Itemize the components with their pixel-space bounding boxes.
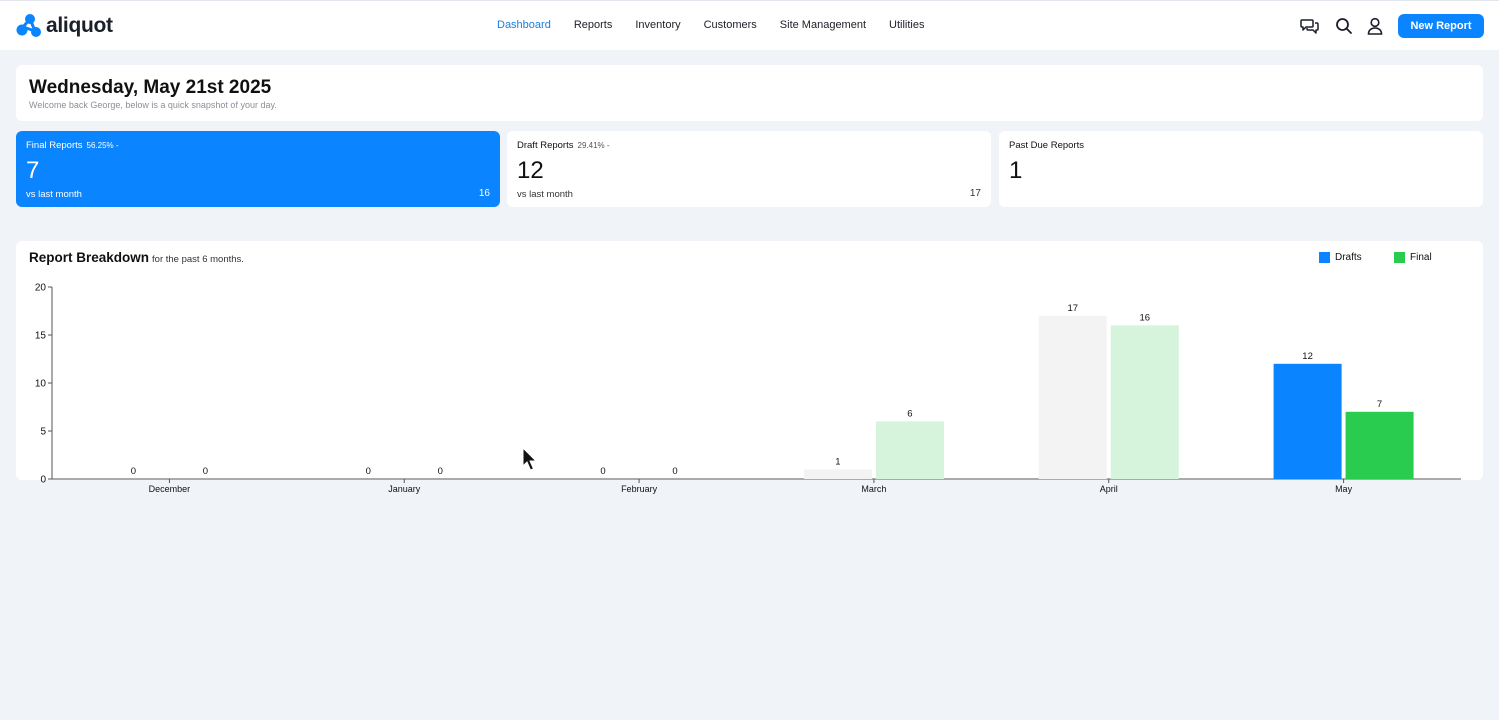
stat-value: 7 bbox=[26, 157, 40, 184]
x-tick-label: January bbox=[388, 484, 421, 494]
chat-icon[interactable] bbox=[1300, 16, 1320, 36]
report-breakdown-card: 0 5 10 15 20 December 0 0 January 0 0 February 0 0 Mar… bbox=[16, 241, 1483, 494]
x-tick-label: April bbox=[1100, 484, 1118, 494]
data-label: 7 bbox=[1377, 399, 1382, 410]
x-tick-label: March bbox=[861, 484, 886, 494]
y-tick-label: 5 bbox=[40, 427, 46, 438]
stat-card-past-due-reports[interactable]: Past Due Reports 1 bbox=[999, 131, 1483, 207]
stat-card-final-reports[interactable]: Final Reports 56.25% - 7 vs last month 16 bbox=[16, 131, 500, 207]
mouse-cursor-icon bbox=[522, 447, 538, 471]
report-breakdown-chart: 0 5 10 15 20 December 0 0 January 0 0 February 0 0 Mar… bbox=[35, 283, 1461, 494]
nav-reports[interactable]: Reports bbox=[574, 19, 613, 31]
bar-final bbox=[1110, 325, 1179, 479]
stat-card-draft-reports[interactable]: Draft Reports 29.41% - 12 vs last month 1… bbox=[507, 131, 991, 207]
y-tick-label: 10 bbox=[35, 379, 47, 390]
x-tick-label: February bbox=[621, 484, 658, 494]
data-label: 16 bbox=[1139, 312, 1150, 323]
user-icon[interactable] bbox=[1365, 16, 1385, 36]
legend-item-final[interactable]: Final bbox=[1394, 252, 1432, 263]
legend-swatch-drafts bbox=[1319, 252, 1330, 263]
chart-title: Report Breakdown for the past 6 months. bbox=[29, 250, 244, 265]
search-icon[interactable] bbox=[1334, 16, 1354, 36]
nav-site-management[interactable]: Site Management bbox=[780, 19, 866, 31]
data-label: 0 bbox=[131, 466, 136, 477]
stat-label: Final Reports 56.25% - bbox=[26, 140, 119, 151]
stat-percent: 29.41% - bbox=[577, 141, 610, 150]
y-tick-label: 0 bbox=[40, 475, 46, 486]
y-tick-label: 15 bbox=[35, 331, 47, 342]
data-label: 6 bbox=[907, 408, 912, 419]
nav-utilities[interactable]: Utilities bbox=[889, 19, 924, 31]
stat-comparison-label: vs last month bbox=[26, 189, 82, 200]
data-label: 0 bbox=[366, 466, 371, 477]
nav-dashboard[interactable]: Dashboard bbox=[497, 19, 551, 31]
stat-label: Past Due Reports bbox=[1009, 140, 1084, 151]
bar-drafts bbox=[1038, 315, 1107, 479]
logo[interactable]: aliquot bbox=[16, 13, 113, 39]
logo-text: aliquot bbox=[46, 14, 113, 37]
legend-item-drafts[interactable]: Drafts bbox=[1319, 252, 1362, 263]
nav-inventory[interactable]: Inventory bbox=[635, 19, 680, 31]
legend-swatch-final bbox=[1394, 252, 1405, 263]
stat-comparison-label: vs last month bbox=[517, 189, 573, 200]
stat-previous-value: 16 bbox=[478, 188, 490, 199]
data-label: 1 bbox=[835, 456, 840, 467]
stat-previous-value: 17 bbox=[969, 188, 981, 199]
data-label: 0 bbox=[203, 466, 208, 477]
main-nav: Dashboard Reports Inventory Customers Si… bbox=[497, 19, 947, 31]
top-bar: aliquot Dashboard Reports Inventory Cust… bbox=[0, 0, 1499, 50]
bar-drafts bbox=[1273, 363, 1342, 479]
stat-value: 1 bbox=[1009, 157, 1023, 184]
new-report-button[interactable]: New Report bbox=[1398, 14, 1484, 38]
legend-label-drafts: Drafts bbox=[1335, 252, 1362, 263]
data-label: 0 bbox=[600, 466, 605, 477]
x-tick-label: December bbox=[149, 484, 191, 494]
y-tick-label: 20 bbox=[35, 283, 47, 294]
chart-subtitle: for the past 6 months. bbox=[152, 254, 244, 265]
bar-drafts bbox=[803, 469, 872, 479]
logo-icon bbox=[16, 14, 41, 37]
welcome-card: Wednesday, May 21st 2025 Welcome back Ge… bbox=[16, 65, 1483, 121]
bar-final bbox=[1345, 411, 1414, 479]
stat-label: Draft Reports 29.41% - bbox=[517, 140, 610, 151]
stat-percent: 56.25% - bbox=[86, 141, 119, 150]
x-tick-label: May bbox=[1335, 484, 1353, 494]
page-title: Wednesday, May 21st 2025 bbox=[29, 77, 272, 98]
data-label: 0 bbox=[438, 466, 443, 477]
legend-label-final: Final bbox=[1410, 252, 1432, 263]
data-label: 17 bbox=[1067, 303, 1078, 314]
data-label: 12 bbox=[1302, 351, 1313, 362]
stat-value: 12 bbox=[517, 157, 544, 184]
bar-final bbox=[875, 421, 944, 479]
data-label: 0 bbox=[672, 466, 677, 477]
nav-customers[interactable]: Customers bbox=[704, 19, 757, 31]
welcome-message: Welcome back George, below is a quick sn… bbox=[29, 100, 277, 110]
